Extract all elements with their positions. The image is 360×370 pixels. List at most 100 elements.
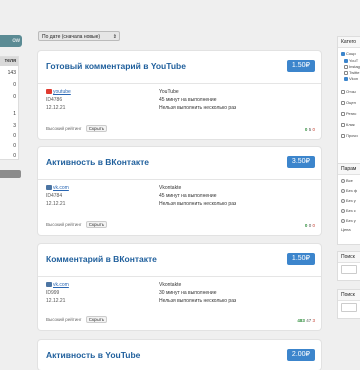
task-card[interactable]: Комментарий в ВКонтакте 1.50₽ vk.com ID9… [38, 244, 321, 330]
sidebar-action-button[interactable]: ow [0, 35, 22, 47]
task-id: ID4784 [46, 193, 63, 199]
radio-icon[interactable] [341, 188, 345, 193]
category-option[interactable]: YouT [338, 58, 360, 63]
task-card[interactable]: Активность в ВКонтакте 3.50₽ vk.com ID47… [38, 147, 321, 235]
task-card[interactable]: Активность в YouTube 2.00₽ [38, 340, 321, 370]
search-panel: Поиск [337, 251, 360, 281]
task-card[interactable]: Готовый комментарий в YouTube 1.50₽ yout… [38, 51, 321, 139]
search-input-2[interactable] [341, 303, 357, 312]
task-id: ID4786 [46, 97, 63, 103]
checkbox-checked-icon[interactable] [341, 51, 345, 56]
checkbox-icon[interactable] [344, 70, 348, 75]
sort-select[interactable]: По дате (сначала новые) ⇕ [38, 31, 120, 41]
task-title[interactable]: Готовый комментарий в YouTube [46, 61, 186, 71]
task-info: Vkontakte 30 минут на выполнение Нельзя … [159, 281, 236, 305]
hide-button[interactable]: Скрыть [85, 221, 108, 228]
search-header-2: Поиск [338, 290, 360, 301]
task-date: 12.12.21 [46, 298, 66, 304]
task-repeat: Нельзя выполнить несколько раз [159, 201, 237, 207]
category-option[interactable]: Vkon [338, 76, 360, 81]
task-service: Vkontakte [159, 282, 182, 288]
rating-label: Высокий рейтинг [46, 222, 82, 227]
checkbox-icon[interactable] [341, 111, 345, 116]
task-stats: 483 47 3 [297, 318, 315, 323]
type-option[interactable]: Оцен [338, 100, 360, 105]
sidebar-stat-value: 143 [7, 70, 16, 76]
task-repeat: Нельзя выполнить несколько раз [159, 105, 237, 111]
rating-label: Высокий рейтинг [46, 317, 82, 322]
stat-rejected: 0 [312, 127, 315, 132]
task-stats: 0 0 0 [305, 223, 315, 228]
divider [38, 83, 321, 84]
task-footer: Высокий рейтинг Скрыть [46, 316, 108, 323]
task-title[interactable]: Активность в YouTube [46, 350, 140, 360]
divider [38, 276, 321, 277]
task-meta: vk.com ID999 12.12.21 [46, 281, 69, 305]
radio-icon[interactable] [341, 198, 345, 203]
task-service: YouTube [159, 89, 179, 95]
vk-icon [46, 282, 52, 288]
radio-icon[interactable] [341, 218, 345, 223]
stat-rejected: 3 [312, 318, 315, 323]
platform-link[interactable]: vk.com [53, 185, 69, 191]
type-option[interactable]: Регис [338, 111, 360, 116]
sidebar-stat-value: 0 [13, 133, 16, 139]
checkbox-icon[interactable] [341, 133, 345, 138]
hide-button[interactable]: Скрыть [85, 316, 108, 323]
task-price: 1.50₽ [286, 60, 315, 72]
checkbox-icon[interactable] [341, 122, 345, 127]
stat-pending: 0 [308, 223, 312, 228]
type-option[interactable]: Прочи [338, 133, 360, 138]
divider [38, 179, 321, 180]
type-option[interactable]: Клик [338, 122, 360, 127]
task-price: 3.50₽ [286, 156, 315, 168]
task-service: Vkontakte [159, 185, 182, 191]
sidebar-stats-header: теля [0, 57, 18, 66]
sidebar-stat-value: 0 [13, 82, 16, 88]
radio-icon[interactable] [341, 208, 345, 213]
type-option[interactable]: Отзы [338, 89, 360, 94]
checkbox-checked-icon[interactable] [344, 76, 348, 81]
left-sidebar: ow теля 143 0 0 1 3 0 0 0 [0, 0, 24, 360]
sidebar-stat-value: 1 [13, 111, 16, 117]
checkbox-icon[interactable] [341, 100, 345, 105]
search-input[interactable] [341, 265, 357, 274]
checkbox-icon[interactable] [341, 89, 345, 94]
task-duration: 45 минут на выполнение [159, 97, 217, 103]
stat-completed: 0 [304, 223, 308, 228]
task-duration: 30 минут на выполнение [159, 290, 217, 296]
platform-link[interactable]: youtube [53, 89, 71, 95]
task-stats: 0 5 0 [305, 127, 315, 132]
sidebar-stat-value: 0 [13, 94, 16, 100]
param-option[interactable]: Без с [338, 208, 360, 213]
stat-rejected: 0 [312, 223, 315, 228]
task-price: 1.50₽ [286, 253, 315, 265]
stat-completed: 0 [304, 127, 308, 132]
category-option[interactable]: Соци [338, 51, 360, 56]
search-header: Поиск [338, 252, 360, 263]
sidebar-gray-button[interactable] [0, 170, 21, 178]
sort-arrows-icon: ⇕ [112, 34, 117, 40]
stat-completed: 483 [297, 318, 305, 323]
param-option[interactable]: Без у [338, 198, 360, 203]
task-price: 2.00₽ [286, 349, 315, 361]
category-option[interactable]: Instag [338, 64, 360, 69]
sort-select-value: По дате (сначала новые) [42, 34, 101, 40]
param-option[interactable]: Все [338, 178, 360, 183]
task-meta: vk.com ID4784 12.12.21 [46, 184, 69, 208]
radio-icon[interactable] [341, 178, 345, 183]
task-title[interactable]: Комментарий в ВКонтакте [46, 254, 157, 264]
sidebar-stat-value: 3 [13, 123, 16, 129]
task-date: 12.12.21 [46, 105, 66, 111]
param-option[interactable]: Без ф [338, 188, 360, 193]
hide-button[interactable]: Скрыть [85, 125, 108, 132]
category-option[interactable]: Twitte [338, 70, 360, 75]
platform-link[interactable]: vk.com [53, 282, 69, 288]
task-info: YouTube 45 минут на выполнение Нельзя вы… [159, 88, 236, 112]
checkbox-checked-icon[interactable] [344, 58, 348, 63]
task-footer: Высокий рейтинг Скрыть [46, 221, 108, 228]
task-title[interactable]: Активность в ВКонтакте [46, 157, 149, 167]
param-option[interactable]: Без у [338, 218, 360, 223]
task-id: ID999 [46, 290, 60, 296]
checkbox-icon[interactable] [344, 64, 348, 69]
